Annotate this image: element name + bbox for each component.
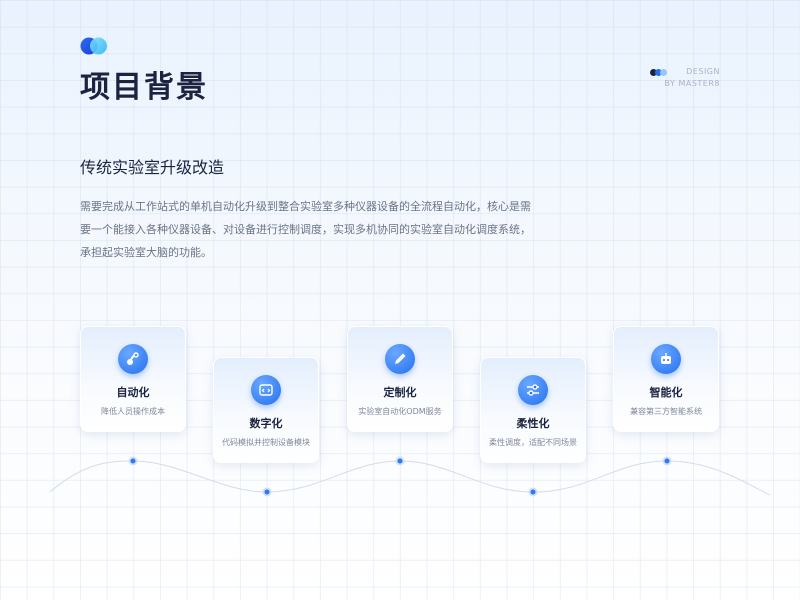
feature-card-title: 柔性化 bbox=[516, 417, 550, 430]
feature-card-desc: 兼容第三方智能系统 bbox=[630, 407, 702, 416]
feature-card-title: 智能化 bbox=[649, 386, 683, 399]
timeline-dot bbox=[528, 487, 538, 497]
feature-card-automation: 自动化 降低人员操作成本 bbox=[80, 326, 186, 432]
code-window-icon bbox=[251, 375, 281, 405]
logo-icon bbox=[80, 37, 107, 55]
pencil-icon bbox=[385, 344, 415, 374]
designer-credit: DESIGN BY MASTER8 bbox=[664, 66, 720, 90]
feature-card-desc: 代码模拟并控制设备模块 bbox=[222, 438, 310, 447]
sliders-icon bbox=[518, 375, 548, 405]
timeline-dot bbox=[262, 487, 272, 497]
section-description: 需要完成从工作站式的单机自动化升级到整合实验室多种仪器设备的全流程自动化，核心是… bbox=[80, 200, 531, 259]
designer-line1: DESIGN bbox=[686, 67, 720, 76]
designer-line2: BY MASTER8 bbox=[664, 79, 720, 88]
robot-icon bbox=[651, 344, 681, 374]
timeline-dot bbox=[662, 456, 672, 466]
feature-card-desc: 柔性调度，适配不同场景 bbox=[489, 438, 577, 447]
feature-card-title: 自动化 bbox=[116, 386, 150, 399]
feature-card-title: 定制化 bbox=[383, 386, 417, 399]
feature-card-desc: 实验室自动化ODM服务 bbox=[358, 407, 442, 416]
feature-card-intelligence: 智能化 兼容第三方智能系统 bbox=[613, 326, 719, 432]
feature-card-customization: 定制化 实验室自动化ODM服务 bbox=[347, 326, 453, 432]
timeline-dot bbox=[395, 456, 405, 466]
feature-card-flexibility: 柔性化 柔性调度，适配不同场景 bbox=[480, 357, 586, 463]
section-subtitle: 传统实验室升级改造 bbox=[80, 158, 225, 177]
page-title: 项目背景 bbox=[80, 70, 208, 105]
feature-card-desc: 降低人员操作成本 bbox=[101, 407, 165, 416]
timeline-wave bbox=[49, 456, 771, 497]
feature-card-digitization: 数字化 代码模拟并控制设备模块 bbox=[213, 357, 319, 463]
robot-arm-icon bbox=[118, 344, 148, 374]
timeline-dot bbox=[128, 456, 138, 466]
feature-card-title: 数字化 bbox=[249, 417, 283, 430]
